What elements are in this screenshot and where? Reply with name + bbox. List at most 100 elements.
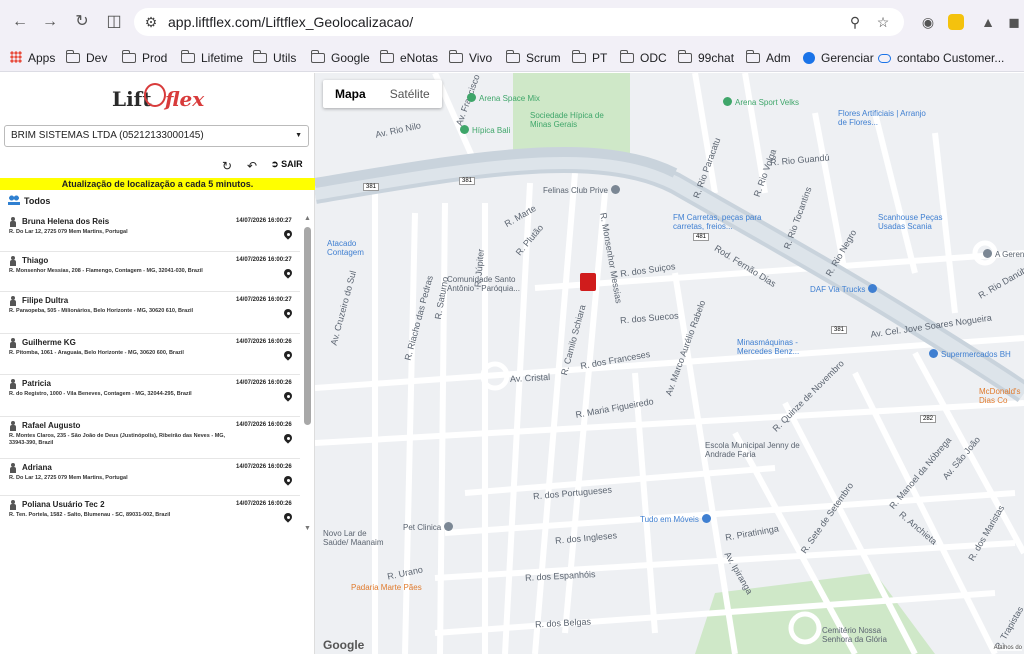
forward-icon[interactable]: →	[40, 12, 60, 32]
map-marker-icon[interactable]	[284, 230, 292, 240]
person-icon	[10, 256, 16, 266]
list-scrollbar[interactable]: ▲ ▼	[303, 213, 312, 629]
refresh-icon[interactable]: ↻	[222, 159, 232, 175]
poi-marker[interactable]: Pet Clinica	[403, 522, 456, 532]
bookmark-odc[interactable]: ODC	[619, 49, 667, 67]
poi-marker[interactable]: Scanhouse Peças Usadas Scania	[878, 213, 958, 231]
address-bar[interactable]: ⚙ app.liftflex.com/Liftflex_Geolocalizac…	[134, 8, 904, 36]
reload-icon[interactable]: ↻	[72, 12, 92, 32]
user-name: Filipe Dultra	[22, 296, 69, 305]
poi-marker[interactable]: Tudo em Móveis	[640, 514, 714, 524]
map-view[interactable]: Mapa Satélite Av. Francisco Av. Rio Nilo…	[315, 73, 1024, 654]
user-row[interactable]: Guilherme KG 14/07/2026 16:00:26 R. Pito…	[0, 334, 300, 375]
poi-marker[interactable]: Supermercados BH	[929, 349, 1011, 359]
poi-marker[interactable]: Atacado Contagem	[327, 239, 387, 257]
user-address: R. Paraopeba, 505 - Milionários, Belo Ho…	[9, 308, 194, 314]
bookmark-lifetime[interactable]: Lifetime	[180, 49, 244, 67]
satellite-tab[interactable]: Satélite	[378, 80, 442, 108]
user-row[interactable]: Patricia 14/07/2026 16:00:26 R. do Regis…	[0, 375, 300, 417]
zoom-icon[interactable]: ⚲	[846, 13, 864, 31]
map-marker-icon[interactable]	[284, 351, 292, 361]
back-icon[interactable]: ←	[10, 12, 30, 32]
folder-icon	[677, 50, 692, 63]
shop-icon	[701, 514, 711, 523]
poi-marker[interactable]: Padaria Marte Pães	[351, 583, 422, 592]
bookmark-adm[interactable]: Adm	[745, 49, 791, 67]
poi-marker[interactable]: Escola Municipal Jenny de Andrade Faria	[705, 441, 820, 459]
poi-marker[interactable]: FM Carretas, peças para carretas, freios…	[673, 213, 773, 231]
bookmark-pt[interactable]: PT	[571, 49, 607, 67]
undo-icon[interactable]: ↶	[247, 159, 257, 175]
bookmark-scrum[interactable]: Scrum	[505, 49, 561, 67]
user-name: Adriana	[22, 463, 52, 472]
extension-icon[interactable]	[948, 14, 964, 30]
bookmark-google[interactable]: Google	[310, 49, 370, 67]
poi-label: FM Carretas, peças para carretas, freios…	[673, 213, 762, 231]
side-panel-icon[interactable]: ◫	[104, 12, 124, 32]
poi-marker[interactable]: Novo Lar de Saúde/ Maanaim	[323, 529, 393, 547]
user-row[interactable]: Rafael Augusto 14/07/2026 16:00:26 R. Mo…	[0, 417, 300, 459]
camera-icon[interactable]: ◉	[918, 12, 938, 32]
vehicle-marker-icon[interactable]	[580, 273, 596, 291]
poi-marker[interactable]: McDonald's Dias Co	[979, 387, 1024, 405]
folder-icon	[180, 50, 195, 63]
bookmark-apps[interactable]: Apps	[10, 49, 55, 67]
poi-marker[interactable]: Arena Space Mix	[467, 93, 540, 103]
poi-marker[interactable]: Flores Artificiais | Arranjo de Flores..…	[838, 109, 928, 127]
route-badge: 381	[363, 183, 380, 191]
bookmark-contabo[interactable]: contabo Customer...	[878, 49, 1004, 67]
map-marker-icon[interactable]	[284, 513, 292, 523]
poi-marker[interactable]: A Gerencial	[983, 249, 1024, 259]
bookmark-label: Scrum	[526, 51, 561, 65]
folder-icon	[65, 50, 80, 63]
place-icon	[983, 249, 992, 258]
site-info-icon[interactable]: ⚙	[142, 13, 160, 31]
user-address: R. Do Lar 12, 2725 079 Mem Martins, Port…	[9, 475, 128, 481]
folder-icon	[310, 50, 325, 63]
user-row[interactable]: Adriana 14/07/2026 16:00:26 R. Do Lar 12…	[0, 459, 300, 496]
poi-marker[interactable]: Minasmáquinas - Mercedes Benz...	[737, 338, 827, 356]
bookmark-utils[interactable]: Utils	[252, 49, 296, 67]
user-row[interactable]: Filipe Dultra 14/07/2026 16:00:27 R. Par…	[0, 292, 300, 334]
user-row[interactable]: Bruna Helena dos Reis 14/07/2026 16:00:2…	[0, 213, 300, 252]
bookmark-99chat[interactable]: 99chat	[677, 49, 735, 67]
bookmark-label: Lifetime	[201, 51, 244, 65]
map-marker-icon[interactable]	[284, 309, 292, 319]
company-select[interactable]: BRIM SISTEMAS LTDA (05212133000145) ▼	[4, 125, 309, 147]
bookmark-dev[interactable]: Dev	[65, 49, 107, 67]
user-row[interactable]: Thiago 14/07/2026 16:00:27 R. Monsenhor …	[0, 252, 300, 292]
bookmark-gerenciar[interactable]: Gerenciar	[803, 49, 874, 67]
scroll-down-icon[interactable]: ▼	[303, 525, 312, 532]
logout-button[interactable]: ➲ SAIR	[271, 159, 303, 170]
poi-marker[interactable]: Arena Sport Velks	[723, 97, 799, 107]
poi-marker[interactable]: Comunidade Santo Antônio - Paróquia...	[447, 275, 537, 293]
extension-icon-2[interactable]: ▲	[978, 12, 998, 32]
map-marker-icon[interactable]	[284, 434, 292, 444]
route-badge: 381	[831, 326, 848, 334]
poi-marker[interactable]: Sociedade Hípica de Minas Gerais	[530, 111, 622, 129]
gerenciar-icon	[803, 52, 815, 64]
extension-icon-3[interactable]: ◼	[1004, 12, 1024, 32]
poi-marker[interactable]: Cemitério Nossa Senhora da Glória	[822, 626, 902, 644]
all-users-filter[interactable]: Todos	[8, 195, 50, 206]
bookmark-vivo[interactable]: Vivo	[448, 49, 493, 67]
bookmark-enotas[interactable]: eNotas	[379, 49, 438, 67]
park-icon	[723, 97, 732, 106]
map-marker-icon[interactable]	[284, 269, 292, 279]
map-marker-icon[interactable]	[284, 476, 292, 486]
user-name: Patricia	[22, 379, 51, 388]
poi-label: Minasmáquinas - Mercedes Benz...	[737, 338, 800, 356]
bookmark-star-icon[interactable]: ☆	[874, 13, 892, 31]
scroll-up-icon[interactable]: ▲	[303, 215, 312, 222]
map-tab[interactable]: Mapa	[323, 80, 378, 108]
poi-marker[interactable]: Felinas Club Prive	[543, 185, 623, 195]
map-attribution[interactable]: Atalhos do	[993, 645, 1022, 651]
poi-marker[interactable]: Hípica Bali	[460, 125, 510, 135]
poi-marker[interactable]: DAF Via Trucks	[810, 284, 880, 294]
scroll-thumb[interactable]	[304, 227, 311, 425]
bookmark-label: 99chat	[698, 51, 735, 65]
bookmark-label: Vivo	[469, 51, 493, 65]
user-row[interactable]: Poliana Usuário Tec 2 14/07/2026 16:00:2…	[0, 496, 300, 538]
map-marker-icon[interactable]	[284, 392, 292, 402]
bookmark-prod[interactable]: Prod	[121, 49, 167, 67]
